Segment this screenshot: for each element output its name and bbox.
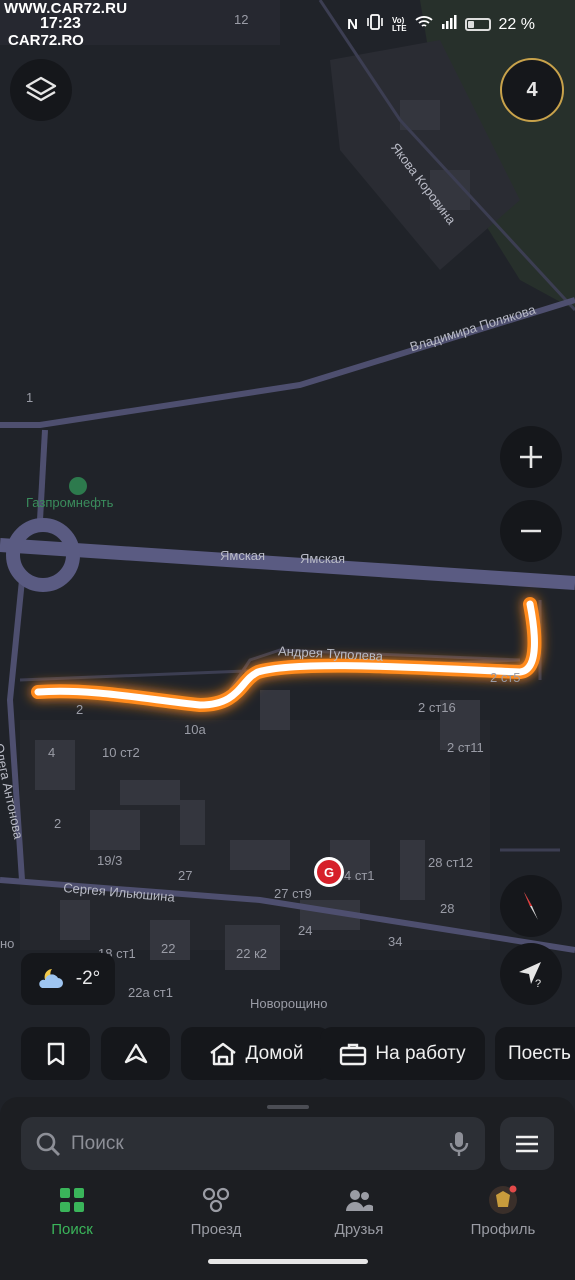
battery-icon [464, 18, 491, 31]
weather-widget[interactable]: -2° [21, 953, 115, 1005]
poi-label: но [0, 936, 15, 951]
chip-label: Поесть [508, 1042, 571, 1064]
house-number: 2 [76, 702, 84, 717]
grid-icon [60, 1188, 84, 1212]
quick-chips: Домой На работу Поесть [21, 1027, 575, 1080]
street-label: Ямская [300, 551, 346, 566]
tab-label: Проезд [190, 1221, 242, 1238]
fuel-station-icon [69, 477, 87, 495]
street-label: Ямская [220, 548, 266, 563]
zoom-out-button[interactable] [500, 500, 562, 562]
sheet-handle[interactable] [267, 1105, 309, 1109]
house-number: 2 ст16 [418, 700, 456, 715]
tab-profile[interactable]: Профиль [448, 1185, 558, 1238]
minus-icon [521, 529, 541, 533]
svg-text:G: G [324, 865, 334, 880]
house-number: 22а ст1 [128, 985, 173, 1000]
bookmark-icon [47, 1042, 64, 1065]
house-number: 28 ст12 [428, 855, 473, 870]
zoom-in-button[interactable] [500, 426, 562, 488]
vibrate-icon [366, 14, 384, 35]
microphone-icon[interactable] [447, 1130, 471, 1158]
house-number: 1 [26, 390, 34, 405]
my-location-button[interactable]: ? [500, 943, 562, 1005]
home-indicator[interactable] [208, 1259, 368, 1264]
svg-text:?: ? [535, 978, 541, 990]
tab-label: Друзья [334, 1221, 384, 1238]
route-count-badge[interactable]: 4 [500, 58, 564, 122]
house-number: 27 ст9 [274, 886, 312, 901]
yamskaya-road [0, 518, 575, 592]
tab-label: Профиль [470, 1221, 536, 1238]
briefcase-icon [340, 1043, 367, 1065]
navigator-icon [124, 1043, 147, 1063]
compass-button[interactable] [500, 875, 562, 937]
house-number: 2 ст5 [490, 670, 521, 685]
house-number: 4 [48, 745, 56, 760]
wifi-icon [414, 15, 433, 34]
watermark: CAR72.RO [8, 32, 84, 49]
chip-label: На работу [375, 1042, 466, 1064]
chip-work[interactable]: На работу [320, 1027, 485, 1080]
hamburger-icon [516, 1135, 538, 1152]
compass-icon [524, 892, 538, 920]
friends-icon [346, 1190, 373, 1211]
tab-search[interactable]: Поиск [17, 1185, 127, 1238]
chip-home[interactable]: Домой [181, 1027, 330, 1080]
status-icons: N Vo) LTE 22 % [347, 14, 535, 35]
bookmarks-button[interactable] [21, 1027, 90, 1080]
signal-icon [441, 15, 457, 34]
house-number: 19/3 [97, 853, 123, 868]
status-bar: WWW.CAR72.RU 17:23 CAR72.RO N Vo) LTE 22 … [0, 0, 575, 49]
house-number: 34 [388, 934, 403, 949]
location-arrow-icon: ? [519, 962, 541, 990]
nfc-icon: N [347, 16, 359, 33]
house-number: 22 [161, 941, 176, 956]
tab-drive[interactable]: Проезд [161, 1185, 271, 1238]
house-number: 24 [298, 923, 313, 938]
search-placeholder: Поиск [71, 1132, 124, 1154]
house-number: 2 ст11 [447, 740, 484, 755]
chip-label: Домой [245, 1042, 304, 1064]
plus-icon [520, 446, 542, 468]
home-icon [209, 1042, 236, 1065]
tab-label: Поиск [51, 1221, 93, 1238]
temperature: -2° [75, 968, 101, 989]
house-number: 4 ст1 [344, 868, 375, 883]
search-icon [36, 1132, 60, 1156]
battery-percent: 22 % [498, 15, 535, 33]
search-input[interactable]: Поиск [21, 1117, 485, 1170]
avatar [489, 1185, 517, 1214]
house-number: 22 к2 [236, 946, 267, 961]
house-number: 28 [440, 901, 455, 916]
house-number: 2 [54, 816, 62, 831]
poi-label[interactable]: Газпромнефть [26, 495, 113, 510]
night-cloud-icon [38, 969, 63, 988]
bottom-sheet[interactable]: Поиск Поиск Проезд Друзья Профиль [0, 1097, 575, 1280]
layers-icon [25, 76, 57, 102]
poi-label: Новорощино [250, 996, 328, 1011]
tab-bar: Поиск Проезд Друзья Профиль [0, 1185, 575, 1245]
route-icon [202, 1187, 230, 1213]
house-number: 27 [178, 868, 193, 883]
house-number: 10 ст2 [102, 745, 140, 760]
navigator-button[interactable] [101, 1027, 170, 1080]
menu-button[interactable] [500, 1117, 554, 1170]
map-canvas: G [0, 0, 575, 970]
volte-icon: Vo) LTE [392, 15, 407, 33]
clock: 17:23 [40, 15, 81, 32]
chip-eat[interactable]: Поесть [495, 1027, 575, 1080]
layers-button[interactable] [10, 59, 72, 121]
house-number: 10а [184, 722, 206, 737]
tab-friends[interactable]: Друзья [304, 1185, 414, 1238]
map-view[interactable]: G 12 Якова Коровина Владимира Полякова 1… [0, 0, 575, 1100]
